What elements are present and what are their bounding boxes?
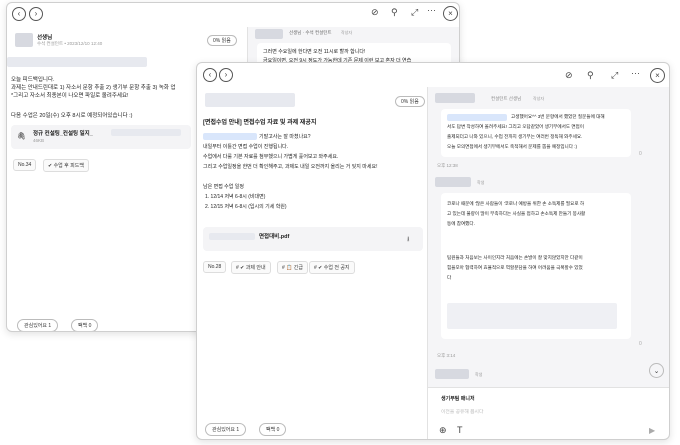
post-body-line: 그리고 수업일정을 한번 더 확인해주고, 과제도 내일 오전까지 올리는 거 …: [203, 164, 378, 170]
student-name-redacted: [447, 114, 507, 121]
read-badge: 0% 읽음: [207, 35, 237, 46]
chat-text: 다: [447, 275, 452, 280]
chat-text: 팀원들과 처음보는 사이인지라 처음에는 손발이 잘 맞지않았지만 다같이: [447, 255, 583, 260]
chat-avatar: [255, 29, 283, 39]
post-title-redacted: [7, 57, 147, 67]
chat-text: 고 있는데 불량이 많이 부족하다는 사실을 접하고 손소독제 만들기 봉사활: [447, 211, 586, 216]
student-tag: 학생: [475, 372, 483, 377]
pin-icon[interactable]: ⚲: [587, 71, 594, 80]
unlink-icon[interactable]: ⊘: [371, 8, 379, 17]
tag-urgent[interactable]: # 📋 긴급: [277, 261, 308, 274]
tag-number[interactable]: No.28: [203, 261, 227, 273]
author-redacted: [205, 93, 295, 107]
attachment-card[interactable]: 면접대비.pdf ⭳: [203, 227, 423, 251]
reaction-count: 0: [639, 151, 642, 157]
attachment-name: 정규 컨설팅_컨설팅 일지_: [33, 131, 93, 137]
chat-text: 서도 답변 작성하여 올려주세요! 그리고 오답같았어 생기부에서도 면접이: [447, 124, 585, 129]
chat-text: 그러면 수요일에 한다면 오전 11시로 할까 합니다!: [263, 49, 366, 55]
student-avatar: [435, 369, 469, 379]
forward-arrow-icon[interactable]: ›: [219, 68, 233, 82]
chat-text: 동에 참여했다.: [447, 221, 475, 226]
chat-text: 코로나 때문에 '많은 사람들이 '코로나 예방을 위한 손 소독제를 필요로 …: [447, 201, 585, 206]
send-icon[interactable]: ▶: [649, 426, 655, 435]
feedback-button[interactable]: 팩백 0: [71, 319, 99, 331]
read-badge: 0% 읽음: [395, 96, 425, 107]
post-body-line: 수업에서 다룰 기본 자료를 첨부했으니 가볍게 훑어보고 와주세요.: [203, 154, 339, 160]
chevron-down-icon[interactable]: ⌄: [649, 363, 664, 378]
forward-arrow-icon[interactable]: ›: [29, 7, 43, 21]
attachment-name-redacted: [111, 129, 181, 136]
post-body-line: 오늘 피드백입니다.: [11, 77, 55, 83]
chat-text: 고생했어요^^ 3번 문항에서 했었던 질문들에 대해: [511, 114, 605, 119]
chat-bubble-consultant: 고생했어요^^ 3번 문항에서 했었던 질문들에 대해 서도 답변 작성하여 올…: [441, 109, 631, 157]
post-body-line: 남은 면접 수업 일정: [203, 184, 244, 190]
post-body-line: *그리고 자소서 최종본이 나오면 파일로 올려주세요!: [11, 93, 129, 99]
back-arrow-icon[interactable]: ‹: [203, 68, 217, 82]
post-body-line: 다음 수업은 20일(수) 오후 8시로 예정되어있습니다 :): [11, 113, 133, 119]
front-window-topbar: ‹ › ⊘ ⚲ ⤢ ··· ×: [197, 63, 669, 87]
redacted-text-block: [447, 303, 617, 329]
attachment-card[interactable]: 🖇 정규 컨설팅_컨설팅 일지_ 46KB: [11, 125, 191, 149]
unlink-icon[interactable]: ⊘: [565, 71, 573, 80]
chat-header-name: 컨설턴트 선생님: [491, 96, 522, 101]
text-format-icon[interactable]: T: [457, 425, 463, 435]
more-icon[interactable]: ···: [631, 69, 640, 78]
reaction-count: 0: [639, 341, 642, 347]
attachment-name-redacted: [209, 233, 255, 240]
back-arrow-icon[interactable]: ‹: [12, 7, 26, 21]
close-icon[interactable]: ×: [443, 6, 458, 21]
tag-assignment[interactable]: # ✔ 과제 안내: [231, 261, 271, 274]
chat-header-name: 선생님 · 수석 컨설턴트: [289, 30, 332, 35]
post-title: [면접수업 안내] 면접수업 자료 및 과제 재공지: [203, 120, 317, 126]
add-icon[interactable]: ⊕: [439, 425, 447, 436]
post-body-line: 과제는 안내드린대로 1) 자소서 문항 추출 2) 생기부 문항 추출 3) …: [11, 85, 176, 91]
author-name: 선생님: [37, 35, 53, 41]
author-meta: 수석 컨설턴트 • 2023/12/10 12:40: [37, 41, 103, 46]
chat-avatar: [435, 93, 475, 103]
front-window: ‹ › ⊘ ⚲ ⤢ ··· × 0% 읽음 [면접수업 안내] 면접수업 자료 …: [196, 62, 670, 440]
feedback-button[interactable]: 팩백 0: [259, 423, 287, 436]
more-icon[interactable]: ···: [427, 6, 436, 15]
post-body-line: 기말고사는 잘 마쳤나요?: [259, 134, 311, 140]
expand-icon[interactable]: ⤢: [411, 8, 418, 17]
like-button[interactable]: 관심있어요 1: [17, 319, 59, 331]
schedule-item: 1. 12/14 저녁 6-8시 (비대면): [205, 194, 266, 200]
chat-text: 힘을모아 협력하여 효율적으로 역할분담을 하여 어려움을 극복할수 있었: [447, 265, 583, 270]
tag-pre-class-notice[interactable]: # ✔ 수업 전 공지: [309, 261, 355, 274]
back-window-topbar: ‹ › ⊘ ⚲ ⤢ ··· ×: [7, 3, 459, 27]
attachment-name: 면접대비.pdf: [259, 234, 290, 240]
post-body-line: 내일부터 이틀간 면접 수업이 진행됩니다.: [203, 144, 289, 150]
avatar: [15, 33, 33, 47]
expand-icon[interactable]: ⤢: [611, 71, 618, 80]
student-tag: 학생: [477, 180, 485, 185]
divider: [428, 387, 669, 388]
student-avatar: [435, 177, 471, 187]
chat-header-tag: 작성자: [533, 96, 545, 101]
schedule-item: 2. 12/15 저녁 6-8시 (입시의 기세 학원): [205, 204, 287, 210]
paperclip-icon: 🖇: [17, 133, 26, 140]
input-context-title: 생기부팀 매니저: [441, 396, 475, 402]
close-icon[interactable]: ×: [650, 68, 665, 83]
message-time: 오후 12:38: [437, 163, 458, 168]
message-time: 오후 3:14: [437, 353, 456, 358]
like-button[interactable]: 관심있어요 1: [205, 423, 247, 436]
pin-icon[interactable]: ⚲: [391, 8, 398, 17]
chat-text: 오늘 모의면접에서 생기부에서도 축적해서 문제를 뽑을 예정입니다 :): [447, 144, 578, 149]
student-name-redacted: [203, 133, 257, 140]
chat-input[interactable]: 이전을 공유해 봅시다: [441, 408, 483, 415]
chat-header-tag: 작성자: [341, 30, 353, 35]
chat-bubble-student: 코로나 때문에 '많은 사람들이 '코로나 예방을 위한 손 소독제를 필요로 …: [441, 193, 631, 339]
attachment-size: 46KB: [33, 138, 45, 143]
chat-text: 출제되더고 나와 있으니, 수업 전까지 생기부는 여러번 정독해 와주세요.: [447, 134, 583, 139]
download-icon[interactable]: ⭳: [407, 235, 409, 246]
tag-feedback[interactable]: ✔ 수업 후 피드백: [43, 159, 89, 172]
tag-number[interactable]: No.34: [13, 159, 37, 171]
